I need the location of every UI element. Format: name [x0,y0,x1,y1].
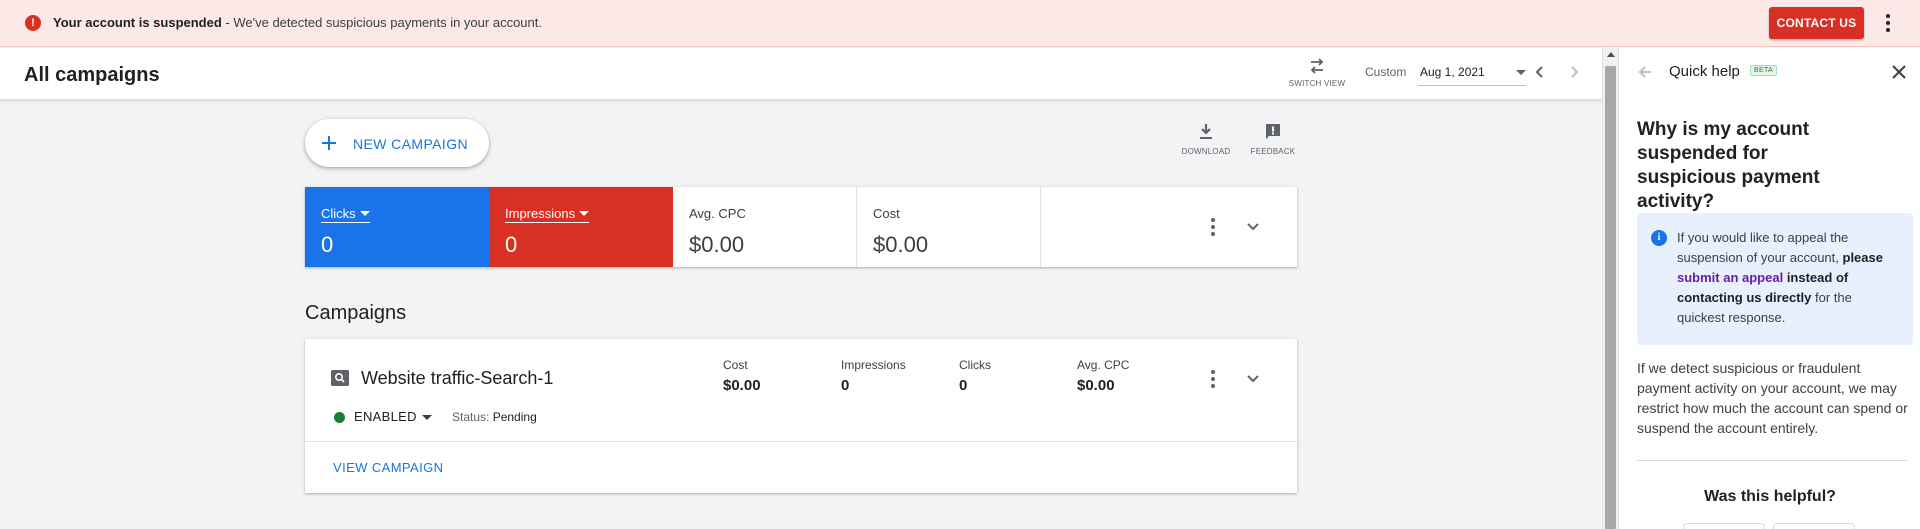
stat-label: Impressions [841,358,906,372]
metric-clicks[interactable]: Clicks 0 [305,187,489,267]
download-button[interactable]: DOWNLOAD [1176,122,1236,156]
chevron-down-icon[interactable] [1243,217,1263,237]
beta-badge: BETA [1750,65,1777,76]
card-divider [305,441,1297,442]
dropdown-arrow-icon [359,211,370,216]
campaign-stat-impressions: Impressions 0 [841,358,906,394]
search-icon [331,370,349,386]
plus-icon [321,135,337,151]
back-arrow-icon[interactable] [1635,62,1655,82]
metrics-scorecard: Clicks 0 Impressions 0 Avg. CPC $0.00 Co… [305,187,1297,267]
campaign-state-select[interactable]: ENABLED [354,409,417,424]
scorecard-more-options-icon[interactable] [1201,215,1225,239]
stat-value: $0.00 [1077,377,1115,394]
next-period-icon[interactable] [1564,62,1584,82]
switch-view-label: SWITCH VIEW [1288,79,1346,88]
dropdown-arrow-icon [579,211,590,216]
swap-icon [1310,58,1324,74]
campaigns-section-title: Campaigns [305,302,407,324]
metric-avg-cpc[interactable]: Avg. CPC $0.00 [673,187,857,267]
helpful-no-button[interactable] [1773,523,1855,529]
help-question: Why is my account suspended for suspicio… [1637,119,1820,212]
alert-detail-text: - We've detected suspicious payments in … [221,15,542,30]
campaign-stat-cost: Cost $0.00 [723,358,761,394]
campaign-status: Status: Pending [452,410,537,424]
suspension-alert-banner: ! Your account is suspended - We've dete… [0,0,1920,47]
scrollbar-thumb[interactable] [1605,66,1616,529]
campaign-name[interactable]: Website traffic-Search-1 [361,368,553,389]
metric-label: Cost [873,206,900,221]
metric-label[interactable]: Impressions [505,206,590,223]
scroll-up-arrow-icon[interactable] [1607,52,1615,57]
metric-label: Avg. CPC [689,206,746,221]
metric-value: 0 [321,232,334,257]
error-icon: ! [25,15,41,31]
contact-us-button[interactable]: CONTACT US [1769,7,1864,39]
enabled-status-dot [334,412,345,423]
campaign-stat-clicks: Clicks 0 [959,358,991,394]
stat-label: Avg. CPC [1077,358,1130,372]
metric-value: $0.00 [689,232,745,257]
download-label: DOWNLOAD [1181,147,1231,156]
campaign-stat-avg-cpc: Avg. CPC $0.00 [1077,358,1129,394]
help-body-text: If we detect suspicious or fraudulent pa… [1637,360,1908,436]
date-range-type: Custom [1365,65,1407,79]
stat-value: 0 [959,377,968,394]
metric-value: 0 [505,232,518,257]
campaign-more-options-icon[interactable] [1201,367,1225,391]
status-label: Status: [452,410,490,424]
switch-view-button[interactable]: SWITCH VIEW [1286,56,1348,88]
dropdown-arrow-icon [1516,70,1526,75]
status-value: Pending [492,410,537,424]
stat-label: Clicks [959,358,991,372]
submit-appeal-link[interactable]: submit an appeal [1677,270,1783,285]
metric-impressions[interactable]: Impressions 0 [489,187,673,267]
quick-help-panel: Quick help BETA Why is my account suspen… [1618,48,1920,529]
feedback-button[interactable]: FEEDBACK [1243,122,1303,156]
date-range-select[interactable]: Aug 1, 2021 [1418,60,1526,86]
feedback-label: FEEDBACK [1250,147,1296,156]
campaign-card: Website traffic-Search-1 Cost $0.00 Impr… [305,339,1297,493]
metric-cost[interactable]: Cost $0.00 [857,187,1041,267]
alert-bold-text: Your account is suspended [53,15,222,30]
dropdown-arrow-icon[interactable] [422,415,432,420]
stat-label: Cost [723,358,748,372]
metric-label[interactable]: Clicks [321,206,370,223]
helpful-yes-button[interactable] [1683,523,1765,529]
previous-period-icon[interactable] [1530,62,1550,82]
more-options-icon[interactable] [1876,11,1900,35]
metric-value: $0.00 [873,232,929,257]
info-icon: i [1651,230,1667,246]
download-icon [1200,124,1212,139]
appeal-info-box: i If you would like to appeal the suspen… [1637,213,1913,345]
stat-value: 0 [841,377,850,394]
close-icon[interactable] [1889,62,1909,82]
appeal-info-text: If you would like to appeal the suspensi… [1677,230,1883,325]
feedback-icon [1266,124,1280,139]
help-divider [1637,460,1907,461]
view-campaign-link[interactable]: VIEW CAMPAIGN [333,460,443,475]
new-campaign-button[interactable]: NEW CAMPAIGN [305,119,489,167]
stat-value: $0.00 [723,377,761,394]
page-title: All campaigns [24,64,160,86]
quick-help-title: Quick help [1669,63,1740,80]
helpful-prompt: Was this helpful? [1704,488,1836,505]
date-value: Aug 1, 2021 [1420,65,1485,79]
new-campaign-label: NEW CAMPAIGN [353,136,468,152]
chevron-down-icon[interactable] [1243,369,1263,389]
vertical-scrollbar[interactable] [1602,48,1618,529]
alert-message: Your account is suspended - We've detect… [53,15,542,30]
page-header: All campaigns SWITCH VIEW Custom Aug 1, … [0,48,1602,100]
